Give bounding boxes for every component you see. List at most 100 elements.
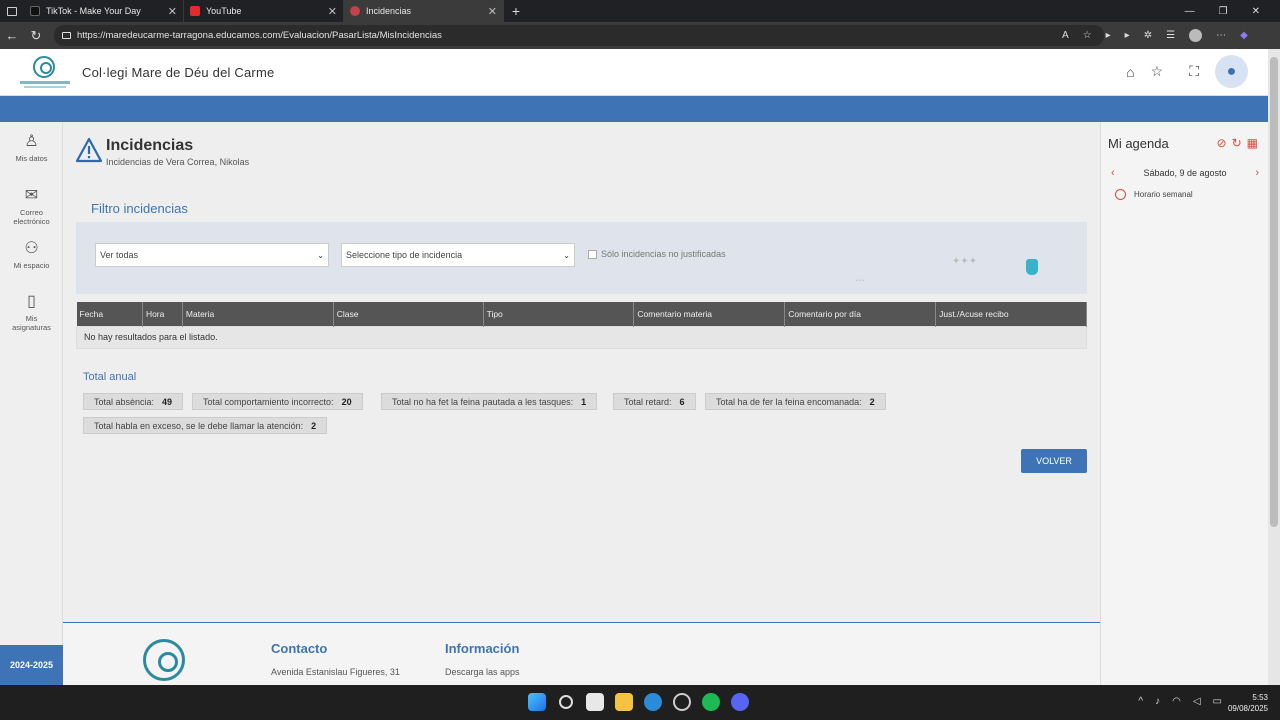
back-button[interactable]: VOLVER bbox=[1021, 449, 1087, 473]
microphone-icon[interactable]: ♪ bbox=[1155, 696, 1160, 707]
tiktok-icon bbox=[30, 6, 40, 16]
system-clock[interactable]: 5:53 09/08/2025 bbox=[1228, 692, 1268, 714]
extension-icon[interactable]: ▸ bbox=[1125, 30, 1130, 41]
tab-actions-icon[interactable] bbox=[0, 0, 24, 22]
clock-time: 5:53 bbox=[1252, 693, 1268, 702]
unjustified-only-checkbox[interactable]: Sólo incidencias no justificadas bbox=[588, 249, 726, 259]
extensions-puzzle-icon[interactable]: ✲ bbox=[1144, 30, 1152, 41]
profile-icon[interactable] bbox=[1189, 29, 1203, 42]
agenda-item[interactable]: Horario semanal bbox=[1115, 189, 1193, 200]
main-content: Incidencias Incidencias de Vera Correa, … bbox=[63, 122, 1100, 622]
browser-tab-youtube[interactable]: YouTube ✕ bbox=[184, 0, 344, 22]
new-tab-icon[interactable]: + bbox=[504, 3, 528, 19]
scrollbar-thumb[interactable] bbox=[1270, 57, 1278, 527]
close-window-icon[interactable]: ✕ bbox=[1252, 6, 1260, 17]
home-icon[interactable]: ⌂ bbox=[1126, 64, 1134, 80]
app-header: Col·legi Mare de Déu del Carme ⌂ ☆ ⛶ ● bbox=[0, 49, 1268, 96]
info-title: Información bbox=[445, 641, 520, 656]
column-header[interactable]: Materia bbox=[182, 302, 334, 326]
select-value: Seleccione tipo de incidencia bbox=[346, 250, 463, 260]
extension-icon[interactable]: ▸ bbox=[1106, 30, 1111, 41]
minimize-icon[interactable]: — bbox=[1185, 6, 1195, 17]
column-header[interactable]: Comentario por día bbox=[784, 302, 937, 326]
taskbar: ^ ♪ ◠ ◁ ▭ 5:53 09/08/2025 bbox=[0, 685, 1280, 720]
total-value: 20 bbox=[341, 396, 352, 407]
school-year[interactable]: 2024-2025 bbox=[0, 645, 63, 685]
checkbox-label: Sólo incidencias no justificadas bbox=[601, 249, 726, 259]
column-header[interactable]: Fecha bbox=[76, 302, 143, 326]
school-logo[interactable] bbox=[20, 56, 70, 90]
chevron-left-icon[interactable]: ‹ bbox=[1111, 167, 1115, 179]
calendar-icon[interactable]: ▦ bbox=[1247, 136, 1258, 150]
total-chip: Total absència: 49 bbox=[83, 393, 184, 410]
fullscreen-icon[interactable]: ⛶ bbox=[1189, 63, 1199, 80]
total-value: 1 bbox=[581, 396, 587, 407]
hide-icon[interactable]: ⊘ bbox=[1217, 136, 1227, 150]
user-avatar[interactable]: ● bbox=[1215, 55, 1248, 88]
file-explorer-icon[interactable] bbox=[615, 693, 633, 711]
sidebar-item-correo[interactable]: ✉ Correo electrónico bbox=[0, 185, 63, 226]
favorite-star-icon[interactable]: ☆ bbox=[1083, 30, 1092, 41]
close-icon[interactable]: ✕ bbox=[168, 5, 177, 18]
column-header[interactable]: Comentario materia bbox=[633, 302, 786, 326]
sidebar-item-mis-datos[interactable]: ♙ Mis datos bbox=[0, 131, 63, 163]
read-aloud-icon[interactable]: A bbox=[1062, 30, 1069, 41]
incident-type-select[interactable]: Seleccione tipo de incidencia ⌄ bbox=[341, 243, 575, 267]
store-icon[interactable] bbox=[586, 693, 604, 711]
table-header-row: Fecha Hora Materia Clase Tipo Comentario… bbox=[76, 302, 1087, 326]
agenda-panel: Mi agenda ⊘ ↻ ▦ ‹ Sábado, 9 de agosto › … bbox=[1100, 122, 1268, 685]
sidebar-item-mi-espacio[interactable]: ⚇ Mi espacio bbox=[0, 238, 63, 270]
edge-icon[interactable] bbox=[644, 693, 662, 711]
incidents-table: Fecha Hora Materia Clase Tipo Comentario… bbox=[76, 302, 1087, 349]
total-chip: Total retard: 6 bbox=[613, 393, 696, 410]
column-header[interactable]: Hora bbox=[142, 302, 183, 326]
close-icon[interactable]: ✕ bbox=[328, 5, 337, 18]
youtube-icon bbox=[190, 6, 200, 16]
collections-icon[interactable]: ☰ bbox=[1166, 30, 1175, 41]
spotify-icon[interactable] bbox=[702, 693, 720, 711]
total-value: 6 bbox=[679, 396, 685, 407]
copilot-icon[interactable]: ◆ bbox=[1240, 30, 1248, 41]
total-value: 2 bbox=[311, 420, 317, 431]
total-value: 2 bbox=[869, 396, 875, 407]
sidebar-item-mis-asignaturas[interactable]: ▯ Mis asignaturas bbox=[0, 291, 63, 332]
chevron-down-icon: ⌄ bbox=[317, 250, 324, 260]
close-icon[interactable]: ✕ bbox=[488, 5, 497, 18]
back-icon[interactable]: ← bbox=[0, 28, 24, 43]
maximize-icon[interactable]: ❐ bbox=[1219, 6, 1228, 17]
clock-icon bbox=[1115, 189, 1126, 200]
app-icon[interactable] bbox=[673, 693, 691, 711]
more-icon[interactable]: ⋯ bbox=[1216, 30, 1226, 41]
column-header[interactable]: Tipo bbox=[483, 302, 635, 326]
battery-icon[interactable]: ▭ bbox=[1213, 696, 1222, 707]
browser-tab-incidencias[interactable]: Incidencias ✕ bbox=[344, 0, 504, 22]
sidebar-item-label: Mi espacio bbox=[13, 261, 50, 270]
sparkle-icon: ✦✦✦ bbox=[952, 256, 978, 267]
reload-icon[interactable]: ↻ bbox=[24, 28, 48, 44]
page-subtitle: Incidencias de Vera Correa, Nikolas bbox=[106, 157, 250, 167]
select-value: Ver todas bbox=[100, 250, 139, 260]
wifi-icon[interactable]: ◠ bbox=[1172, 696, 1181, 707]
chevron-up-icon[interactable]: ^ bbox=[1138, 696, 1143, 707]
page-scrollbar[interactable] bbox=[1268, 49, 1280, 685]
refresh-icon[interactable]: ↻ bbox=[1232, 136, 1242, 150]
column-header[interactable]: Clase bbox=[333, 302, 484, 326]
total-label: Total no ha fet la feina pautada a les t… bbox=[392, 396, 574, 407]
url-field[interactable]: https://maredeucarme-tarragona.educamos.… bbox=[54, 25, 1104, 46]
total-chip: Total habla en exceso, se le debe llamar… bbox=[83, 417, 328, 434]
volume-icon[interactable]: ◁ bbox=[1193, 696, 1201, 707]
column-header[interactable]: Just./Acuse recibo bbox=[935, 302, 1087, 326]
browser-tab-tiktok[interactable]: TikTok - Make Your Day ✕ bbox=[24, 0, 184, 22]
download-apps-link[interactable]: Descarga las apps bbox=[445, 667, 585, 678]
checkbox[interactable] bbox=[588, 249, 597, 259]
filter-all-select[interactable]: Ver todas ⌄ bbox=[95, 243, 329, 267]
chevron-right-icon[interactable]: › bbox=[1255, 167, 1259, 179]
total-chip: Total ha de fer la feina encomanada: 2 bbox=[705, 393, 886, 410]
windows-start-icon[interactable] bbox=[528, 693, 546, 711]
discord-icon[interactable] bbox=[731, 693, 749, 711]
site-icon bbox=[350, 6, 360, 16]
search-icon[interactable] bbox=[559, 695, 573, 709]
sidebar: ♙ Mis datos ✉ Correo electrónico ⚇ Mi es… bbox=[0, 122, 63, 685]
page-header: Incidencias Incidencias de Vera Correa, … bbox=[75, 137, 249, 167]
star-icon[interactable]: ☆ bbox=[1151, 63, 1164, 80]
